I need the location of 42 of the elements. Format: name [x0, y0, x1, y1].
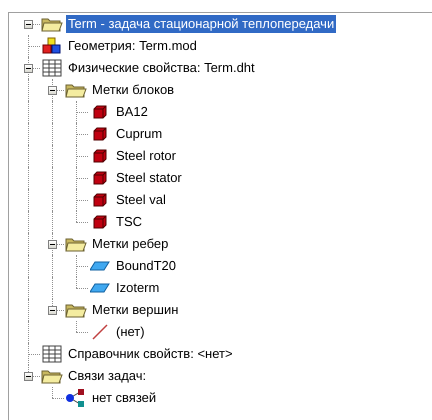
- tree-item-label[interactable]: BA12: [114, 103, 150, 121]
- cubes-icon: [42, 37, 62, 55]
- collapse-toggle[interactable]: [24, 64, 33, 73]
- cube-icon: [93, 149, 107, 163]
- folder-icon: [65, 236, 87, 252]
- tree-item-label[interactable]: Связи задач:: [66, 367, 148, 385]
- tree-item-label[interactable]: Steel rotor: [114, 147, 178, 165]
- table-icon: [42, 59, 62, 77]
- collapse-toggle[interactable]: [48, 306, 57, 315]
- tree-item-label[interactable]: Steel stator: [114, 169, 184, 187]
- collapse-toggle[interactable]: [48, 240, 57, 249]
- parallelogram-icon: [90, 283, 110, 293]
- cube-icon: [93, 105, 107, 119]
- folder-icon: [41, 16, 63, 32]
- folder-icon: [65, 302, 87, 318]
- tree-item-label[interactable]: нет связей: [90, 389, 158, 407]
- cube-icon: [93, 127, 107, 141]
- tree-item-label[interactable]: Метки блоков: [90, 81, 176, 99]
- cube-icon: [93, 215, 107, 229]
- network-icon: [65, 389, 87, 407]
- folder-icon: [65, 82, 87, 98]
- tree-item-label[interactable]: (нет): [114, 323, 147, 341]
- tree-item-label[interactable]: Term - задача стационарной теплопередачи: [66, 15, 336, 33]
- tree-item-label[interactable]: Steel val: [114, 191, 168, 209]
- collapse-toggle[interactable]: [24, 372, 33, 381]
- tree-item-label[interactable]: Геометрия: Term.mod: [66, 37, 199, 55]
- tree-item-label[interactable]: Cuprum: [114, 125, 164, 143]
- tree-item-label[interactable]: Метки вершин: [90, 301, 180, 319]
- table-icon: [42, 345, 62, 363]
- folder-icon: [41, 368, 63, 384]
- tree-item-label[interactable]: BoundT20: [114, 257, 178, 275]
- parallelogram-icon: [90, 261, 110, 271]
- tree-item-label[interactable]: Метки ребер: [90, 235, 170, 253]
- tree-item-label[interactable]: Izoterm: [114, 279, 162, 297]
- tree-item-label[interactable]: Физические свойства: Term.dht: [66, 59, 257, 77]
- line-icon: [91, 323, 109, 341]
- collapse-toggle[interactable]: [24, 20, 33, 29]
- tree-item-label[interactable]: Справочник свойств: <нет>: [66, 345, 235, 363]
- collapse-toggle[interactable]: [48, 86, 57, 95]
- tree-item-label[interactable]: TSC: [114, 213, 144, 231]
- cube-icon: [93, 171, 107, 185]
- cube-icon: [93, 193, 107, 207]
